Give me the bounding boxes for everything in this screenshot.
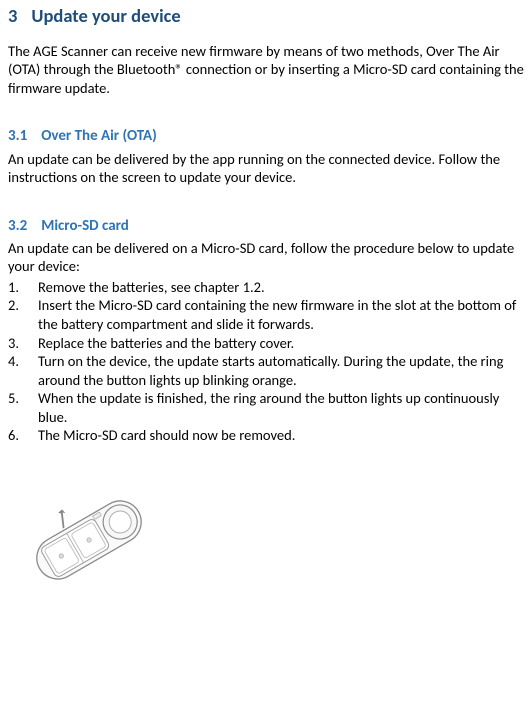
sd-steps-list: 1.Remove the batteries, see chapter 1.2.…: [8, 278, 524, 445]
step-number: 1.: [8, 278, 38, 297]
step-text: Replace the batteries and the battery co…: [38, 334, 524, 353]
step-text: Turn on the device, the update starts au…: [38, 352, 524, 389]
step-text: Insert the Micro-SD card containing the …: [38, 296, 524, 333]
device-illustration: [14, 473, 524, 613]
step-text: The Micro-SD card should now be removed.: [38, 426, 524, 445]
heading-level-1: 3 Update your device: [8, 4, 524, 28]
heading-sd-number: 3.2: [8, 217, 27, 236]
list-item: 3.Replace the batteries and the battery …: [8, 334, 524, 353]
list-item: 1.Remove the batteries, see chapter 1.2.: [8, 278, 524, 297]
heading-sd-title: Micro-SD card: [41, 217, 129, 236]
step-text: When the update is finished, the ring ar…: [38, 389, 524, 426]
step-number: 5.: [8, 389, 38, 426]
heading-sd: 3.2 Micro-SD card: [8, 217, 524, 236]
list-item: 4.Turn on the device, the update starts …: [8, 352, 524, 389]
ota-body: An update can be delivered by the app ru…: [8, 150, 524, 187]
heading-ota: 3.1 Over The Air (OTA): [8, 127, 524, 146]
list-item: 5.When the update is finished, the ring …: [8, 389, 524, 426]
heading-ota-title: Over The Air (OTA): [41, 127, 157, 146]
list-item: 6.The Micro-SD card should now be remove…: [8, 426, 524, 445]
list-item: 2.Insert the Micro-SD card containing th…: [8, 296, 524, 333]
heading-1-number: 3: [8, 4, 17, 28]
step-text: Remove the batteries, see chapter 1.2.: [38, 278, 524, 297]
step-number: 6.: [8, 426, 38, 445]
step-number: 4.: [8, 352, 38, 389]
scanner-device-icon: [14, 473, 164, 608]
step-number: 3.: [8, 334, 38, 353]
sd-body: An update can be delivered on a Micro-SD…: [8, 239, 524, 276]
step-number: 2.: [8, 296, 38, 333]
heading-ota-number: 3.1: [8, 127, 27, 146]
intro-paragraph: The AGE Scanner can receive new firmware…: [8, 42, 524, 98]
heading-1-title: Update your device: [31, 4, 180, 28]
